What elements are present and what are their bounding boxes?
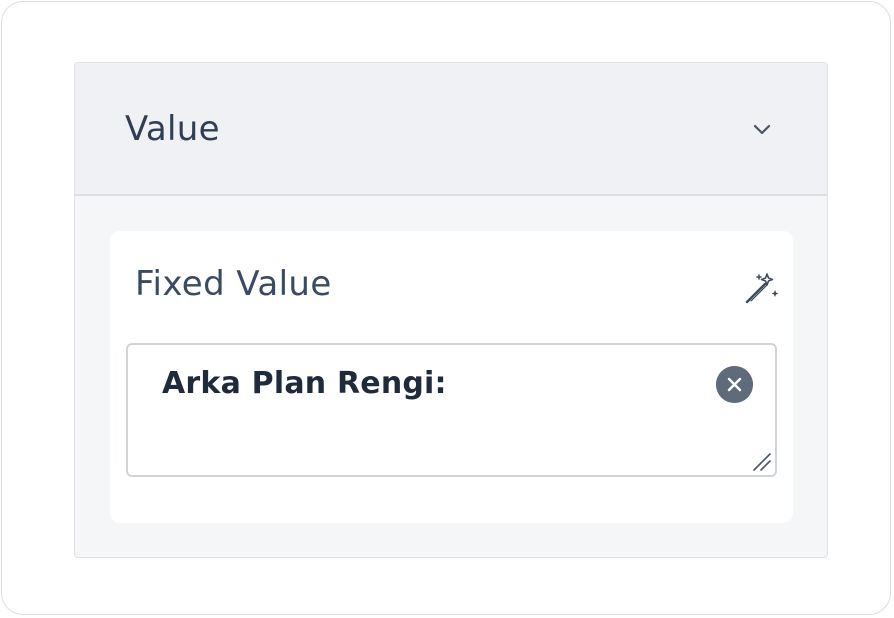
textarea-value[interactable]: Arka Plan Rengi:	[162, 366, 447, 402]
value-panel: Value Fixed Value Arka Plan Rengi:	[74, 62, 828, 558]
chevron-down-icon[interactable]	[747, 115, 777, 145]
panel-header[interactable]: Value	[75, 63, 827, 196]
field-label: Fixed Value	[135, 264, 332, 304]
panel-title: Value	[125, 109, 220, 149]
fixed-value-card: Fixed Value Arka Plan Rengi:	[110, 231, 793, 523]
fixed-value-textarea[interactable]: Arka Plan Rengi:	[126, 343, 777, 477]
window-frame: Value Fixed Value Arka Plan Rengi:	[1, 1, 891, 615]
magic-wand-icon[interactable]	[741, 268, 781, 308]
resize-grip-icon[interactable]	[750, 450, 772, 472]
clear-icon[interactable]	[716, 366, 753, 403]
